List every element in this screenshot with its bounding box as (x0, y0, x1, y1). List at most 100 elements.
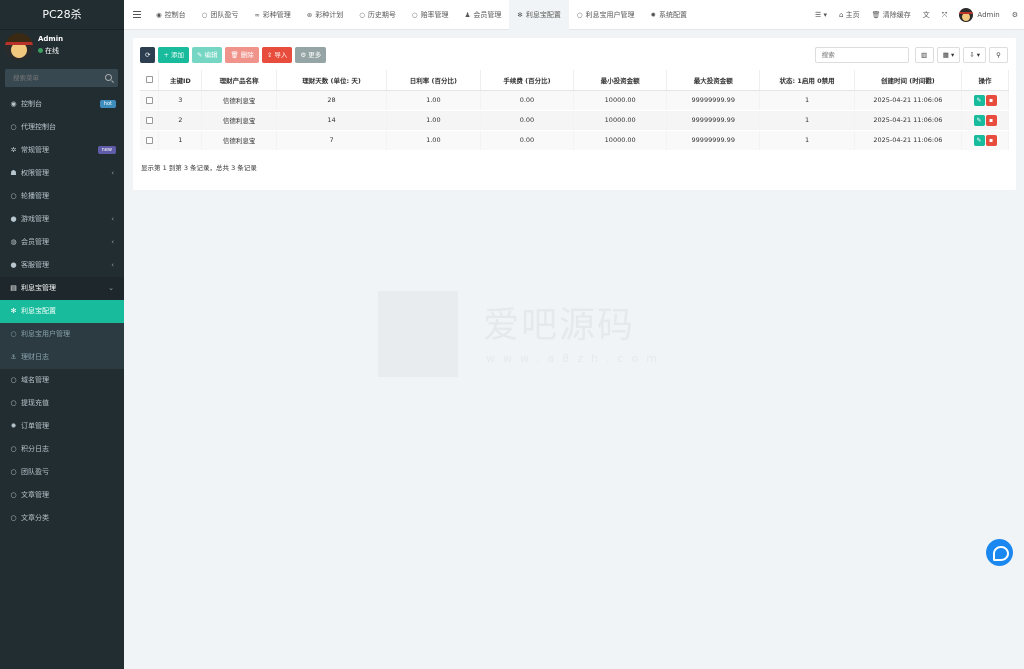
sidebar-item-label: 控制台 (21, 100, 42, 108)
circle-icon: ○ (10, 376, 17, 384)
sidebar-item-3[interactable]: ☗ 权限管理 ‹ (0, 162, 124, 185)
sidebar-item-17[interactable]: ○ 文章管理 (0, 484, 124, 507)
table-cell: 0.00 (480, 90, 575, 111)
col-header-id[interactable]: 主键ID (158, 70, 203, 91)
select-all-checkbox[interactable] (145, 76, 153, 84)
sidebar-item-14[interactable]: ✹ 订单管理 (0, 415, 124, 438)
actions-cell: ✎ ▪ (961, 110, 1009, 131)
table-cell: 99999999.99 (666, 130, 761, 151)
search-icon[interactable] (105, 74, 112, 81)
user-circle-icon: ◍ (10, 238, 17, 246)
sidebar-item-4[interactable]: ○ 轮播管理 (0, 185, 124, 208)
sidebar-item-label: 文章管理 (21, 491, 49, 499)
tab-4[interactable]: ○ 历史期号 (351, 0, 404, 30)
row-checkbox[interactable] (145, 136, 153, 144)
col-header-days[interactable]: 理财天数 (单位: 天) (276, 70, 388, 91)
export-dropdown[interactable]: ⇩ ▾ (963, 47, 986, 63)
toolbar-right: ▥ ▦ ▾ ⇩ ▾ ⚲ (814, 47, 1008, 63)
edit-icon[interactable]: ✎ (973, 114, 985, 126)
advanced-search-button[interactable]: ⚲ (989, 47, 1008, 63)
tab-0[interactable]: ◉ 控制台 (148, 0, 194, 30)
sidebar-item-18[interactable]: ○ 文章分类 (0, 507, 124, 530)
chat-bubble-icon[interactable] (986, 539, 1013, 566)
nav-menu-dropdown[interactable]: ☰ ▾ (809, 0, 833, 30)
tab-3[interactable]: ⊛ 彩种计划 (299, 0, 351, 30)
delete-button[interactable]: 🗑 删除 (225, 47, 259, 63)
col-header-rate[interactable]: 日利率 (百分比) (386, 70, 481, 91)
refresh-button[interactable]: ⟳ (140, 47, 156, 63)
col-header-name[interactable]: 理财产品名称 (201, 70, 277, 91)
tab-7[interactable]: ✻ 利息宝配置 (509, 0, 569, 30)
more-button[interactable]: ⚙ 更多 (295, 47, 327, 63)
import-button[interactable]: ⇪ 导入 (261, 47, 293, 63)
sidebar-item-7[interactable]: ● 客服管理 ‹ (0, 254, 124, 277)
sidebar-item-11[interactable]: ⚓ 理财日志 (0, 346, 124, 369)
sidebar-item-12[interactable]: ○ 域名管理 (0, 369, 124, 392)
menu-badge: new (97, 146, 116, 154)
sidebar-item-10[interactable]: ○ 利息宝用户管理 (0, 323, 124, 346)
user-menu[interactable]: Admin (953, 0, 1005, 30)
row-select-cell (140, 110, 160, 131)
edit-button[interactable]: ✎ 编辑 (191, 47, 223, 63)
sidebar-item-8[interactable]: ▤ 利息宝管理 ⌄ (0, 277, 124, 300)
anchor-icon: ⚓ (10, 353, 17, 361)
group-icon: ☗ (10, 169, 17, 177)
translate-icon[interactable]: 文 (917, 0, 936, 30)
sidebar-item-label: 理财日志 (21, 353, 49, 361)
row-checkbox[interactable] (145, 96, 153, 104)
sidebar-item-5[interactable]: ● 游戏管理 ‹ (0, 208, 124, 231)
columns-dropdown[interactable]: ▦ ▾ (936, 47, 961, 63)
clear-cache-button[interactable]: 🗑 清除缓存 (866, 0, 917, 30)
col-header-status[interactable]: 状态: 1启用 0禁用 (759, 70, 855, 91)
sidebar-item-6[interactable]: ◍ 会员管理 ‹ (0, 231, 124, 254)
tab-2[interactable]: ∞ 彩种管理 (246, 0, 298, 30)
sidebar-item-1[interactable]: ○ 代理控制台 (0, 116, 124, 139)
sidebar-item-16[interactable]: ○ 团队盈亏 (0, 461, 124, 484)
sidebar: PC28杀 Admin 在线 ◉ 控制台 hot ○ 代理控制台 ✲ 常规管理 new ☗ 权限管… (0, 0, 124, 669)
col-header-max[interactable]: 最大投资金额 (666, 70, 761, 91)
circle-icon: ○ (10, 330, 17, 338)
sidebar-item-2[interactable]: ✲ 常规管理 new (0, 139, 124, 162)
home-link[interactable]: ⌂ 主页 (833, 0, 866, 30)
sidebar-search-input[interactable] (5, 69, 100, 87)
content-panel: ⟳ + 添加 ✎ 编辑 🗑 删除 ⇪ 导入 ⚙ 更多 ▥ ▦ ▾ ⇩ ▾ ⚲ 主… (133, 38, 1016, 190)
row-checkbox[interactable] (145, 116, 153, 124)
table-row[interactable]: 2 信德利息宝 14 1.00 0.00 10000.00 99999999.99 1 2025… (140, 110, 1009, 131)
tab-8[interactable]: ○ 利息宝用户管理 (569, 0, 643, 30)
life-ring-icon: ⊛ (306, 11, 313, 19)
home-label: 主页 (845, 11, 860, 19)
user-status-label: 在线 (45, 47, 59, 55)
table-row[interactable]: 1 信德利息宝 7 1.00 0.00 10000.00 99999999.99 1 2025-… (140, 130, 1009, 151)
table-cell: 7 (276, 130, 388, 151)
edit-icon[interactable]: ✎ (973, 134, 985, 146)
table-cell: 1 (759, 110, 855, 131)
delete-icon[interactable]: ▪ (985, 94, 997, 106)
sidebar-item-15[interactable]: ○ 积分日志 (0, 438, 124, 461)
delete-icon[interactable]: ▪ (985, 114, 997, 126)
table-row[interactable]: 3 信德利息宝 28 1.00 0.00 10000.00 99999999.99 1 2025… (140, 90, 1009, 111)
sidebar-item-0[interactable]: ◉ 控制台 hot (0, 93, 124, 116)
col-header-fee[interactable]: 手续费 (百分比) (480, 70, 575, 91)
tab-6[interactable]: ♟ 会员管理 (457, 0, 510, 30)
menu-badge: hot (99, 100, 116, 108)
add-button[interactable]: + 添加 (158, 47, 189, 63)
fullscreen-icon[interactable]: ⤧ (936, 0, 954, 30)
sidebar-toggle-icon[interactable] (133, 11, 141, 18)
delete-icon[interactable]: ▪ (985, 134, 997, 146)
edit-icon[interactable]: ✎ (973, 94, 985, 106)
row-select-cell (140, 90, 160, 111)
tab-5[interactable]: ○ 赔率管理 (404, 0, 457, 30)
app-logo[interactable]: PC28杀 (0, 0, 124, 30)
table-cell: 99999999.99 (666, 90, 761, 111)
col-header-min[interactable]: 最小投资金额 (573, 70, 668, 91)
toggle-view-button[interactable]: ▥ (914, 47, 934, 63)
col-header-created[interactable]: 创建时间 (时间戳) (854, 70, 963, 91)
tab-1[interactable]: ○ 团队盈亏 (194, 0, 247, 30)
tab-9[interactable]: ✹ 系统配置 (643, 0, 695, 30)
tab-label: 赔率管理 (420, 11, 449, 19)
sidebar-item-9[interactable]: ✻ 利息宝配置 (0, 300, 124, 323)
table-cell: 1 (759, 130, 855, 151)
table-search-input[interactable] (814, 47, 909, 63)
sidebar-item-13[interactable]: ○ 提现充值 (0, 392, 124, 415)
settings-icon[interactable]: ⚙ (1006, 0, 1024, 30)
